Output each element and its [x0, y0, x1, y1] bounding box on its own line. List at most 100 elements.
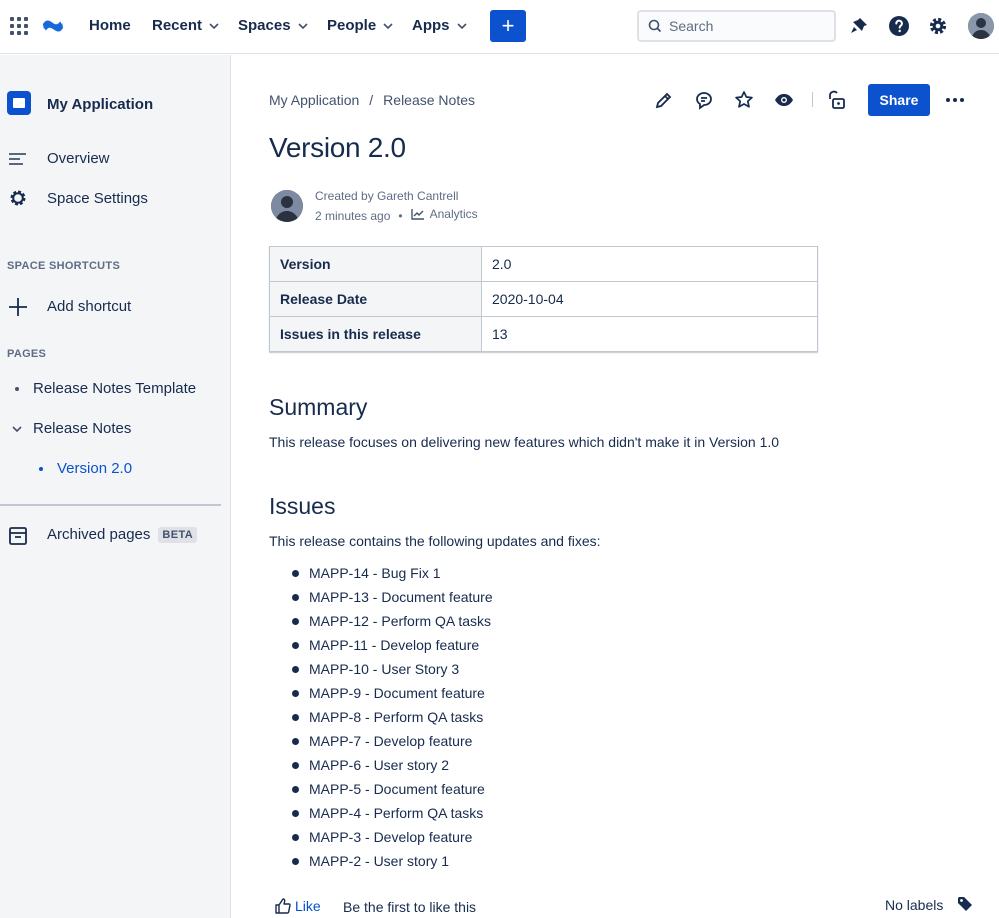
nav-apps[interactable]: Apps: [412, 17, 467, 34]
chevron-down-icon: [456, 22, 467, 29]
breadcrumb-item[interactable]: My Application: [269, 92, 359, 108]
summary-heading: Summary: [269, 394, 368, 420]
no-labels-text: No labels: [885, 897, 944, 913]
space-shortcuts-heading: SPACE SHORTCUTS: [7, 260, 121, 272]
more-actions-icon[interactable]: [946, 98, 964, 102]
list-item: MAPP-5 - Document feature: [292, 779, 493, 803]
table-key-cell: Issues in this release: [269, 316, 482, 352]
page-tree-item[interactable]: Release Notes: [33, 420, 131, 437]
top-navigation: Home Recent Spaces People Apps +: [0, 0, 999, 54]
nav-people[interactable]: People: [327, 17, 393, 34]
plus-icon: [9, 298, 27, 316]
sidebar-divider: [0, 504, 221, 506]
add-shortcut-label: Add shortcut: [47, 298, 132, 315]
chevron-down-icon: [383, 22, 393, 29]
archived-pages-label: Archived pages: [47, 526, 151, 543]
restrictions-lock-icon[interactable]: [826, 90, 846, 110]
search-icon: [648, 19, 662, 33]
nav-home-label: Home: [89, 17, 131, 34]
list-item: MAPP-9 - Document feature: [292, 683, 493, 707]
overview-icon: [9, 153, 26, 165]
space-name[interactable]: My Application: [47, 96, 153, 113]
list-item: MAPP-7 - Develop feature: [292, 731, 493, 755]
summary-text: This release focuses on delivering new f…: [269, 434, 780, 450]
list-item: MAPP-12 - Perform QA tasks: [292, 611, 493, 635]
table-key-cell: Release Date: [269, 281, 482, 317]
pages-heading: PAGES: [7, 348, 47, 360]
nav-home[interactable]: Home: [89, 17, 131, 34]
table-row: Version 2.0: [269, 246, 818, 282]
page-tree-item-selected[interactable]: Version 2.0: [57, 460, 132, 477]
toolbar-divider: [812, 92, 813, 107]
issues-list: MAPP-14 - Bug Fix 1 MAPP-13 - Document f…: [292, 563, 493, 875]
list-item: MAPP-2 - User story 1: [292, 851, 493, 875]
bullet-icon: [15, 387, 19, 391]
byline: Created by Gareth Cantrell 2 minutes ago…: [315, 187, 478, 225]
help-icon[interactable]: [887, 14, 911, 38]
user-avatar[interactable]: [968, 13, 994, 39]
beta-badge: BETA: [158, 527, 198, 544]
thumbs-up-icon: [275, 898, 291, 914]
chevron-down-icon: [209, 22, 219, 29]
analytics-label: Analytics: [429, 207, 478, 221]
table-key-cell: Version: [269, 246, 482, 282]
sidebar-item-label: Overview: [47, 150, 110, 167]
issues-intro: This release contains the following upda…: [269, 533, 601, 549]
sidebar-item-label: Space Settings: [47, 190, 148, 207]
analytics-chart-icon: [410, 209, 424, 220]
search-box[interactable]: [637, 10, 836, 42]
table-value-cell: 2.0: [481, 246, 818, 282]
tag-icon[interactable]: [957, 896, 973, 912]
nav-apps-label: Apps: [412, 17, 450, 34]
bullet-icon: [39, 467, 43, 471]
settings-gear-icon[interactable]: [926, 14, 950, 38]
list-item: MAPP-6 - User story 2: [292, 755, 493, 779]
breadcrumb-item[interactable]: Release Notes: [383, 92, 475, 108]
first-like-text: Be the first to like this: [343, 899, 477, 915]
gear-icon: [10, 190, 26, 206]
release-info-table: Version 2.0 Release Date 2020-10-04 Issu…: [269, 246, 818, 352]
star-icon[interactable]: [734, 90, 754, 110]
list-item: MAPP-11 - Develop feature: [292, 635, 493, 659]
comment-icon[interactable]: [694, 90, 714, 110]
page-tree-item[interactable]: Release Notes Template: [33, 380, 196, 397]
list-item: MAPP-10 - User Story 3: [292, 659, 493, 683]
chevron-down-icon: [297, 22, 308, 29]
list-item: MAPP-3 - Develop feature: [292, 827, 493, 851]
author-avatar[interactable]: [271, 190, 303, 222]
created-by-text[interactable]: Created by Gareth Cantrell: [315, 187, 478, 205]
archive-icon: [9, 527, 27, 545]
issues-heading: Issues: [269, 493, 336, 519]
search-input[interactable]: [669, 18, 819, 34]
table-row: Issues in this release 13: [269, 316, 818, 352]
nav-spaces[interactable]: Spaces: [238, 17, 308, 34]
list-item: MAPP-14 - Bug Fix 1: [292, 563, 493, 587]
nav-spaces-label: Spaces: [238, 17, 291, 34]
nav-people-label: People: [327, 17, 377, 34]
analytics-link[interactable]: Analytics: [410, 205, 478, 223]
space-icon[interactable]: [7, 91, 31, 115]
table-value-cell: 2020-10-04: [481, 281, 818, 317]
edit-pencil-icon[interactable]: [654, 90, 674, 110]
created-time: 2 minutes ago: [315, 209, 391, 223]
nav-recent[interactable]: Recent: [152, 17, 219, 34]
table-row: Release Date 2020-10-04: [269, 281, 818, 317]
nav-recent-label: Recent: [152, 17, 203, 34]
notifications-icon[interactable]: [847, 14, 871, 38]
create-button[interactable]: +: [490, 10, 526, 42]
app-switcher-icon[interactable]: [10, 17, 28, 35]
list-item: MAPP-8 - Perform QA tasks: [292, 707, 493, 731]
share-button[interactable]: Share: [868, 84, 930, 116]
byline-dot: •: [398, 209, 403, 223]
list-item: MAPP-4 - Perform QA tasks: [292, 803, 493, 827]
watch-eye-icon[interactable]: [774, 90, 794, 110]
table-value-cell: 13: [481, 316, 818, 352]
list-item: MAPP-13 - Document feature: [292, 587, 493, 611]
like-label: Like: [295, 898, 321, 914]
confluence-logo-icon[interactable]: [42, 15, 64, 37]
breadcrumb-separator: /: [369, 92, 374, 108]
like-button[interactable]: Like: [275, 898, 321, 914]
sidebar: My Application Overview Space Settings S…: [0, 55, 231, 918]
breadcrumb: My Application / Release Notes: [269, 92, 475, 108]
chevron-down-icon[interactable]: [12, 424, 22, 434]
